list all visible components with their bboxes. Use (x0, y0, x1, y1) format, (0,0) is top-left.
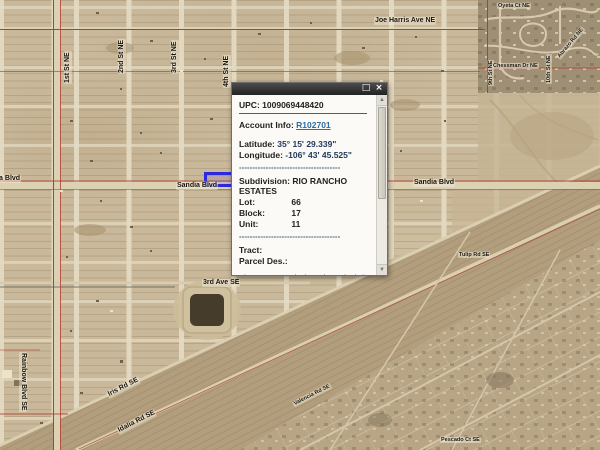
street-label-tulip-rd: Tulip Rd SE (458, 252, 491, 258)
street-label-4th-st: 4th St NE (223, 54, 231, 88)
subdivision-row: Subdivision: RIO RANCHO ESTATES (239, 176, 373, 196)
ne-subdivision (478, 0, 600, 93)
subdivision-label: Subdivision: (239, 176, 290, 186)
block-value: 17 (291, 208, 301, 218)
account-row: Account Info: R102701 (239, 120, 373, 130)
dashed-divider: -------------------------------------- (239, 163, 341, 172)
popup-note: Please Note: Latitude and Longitude is t… (239, 273, 373, 275)
street-label-3rd-ave: 3rd Ave SE (202, 279, 241, 287)
street-label-oyeta-ct: Oyeta Ct NE (497, 3, 531, 9)
lot-label: Lot: (239, 197, 256, 207)
longitude-label: Longitude: (239, 150, 283, 160)
street-label-sandia-blvd-mid: Sandia Blvd (176, 182, 219, 190)
tract-label: Tract: (239, 245, 263, 255)
street-label-3rd-st: 3rd St NE (171, 40, 179, 74)
latitude-row: Latitude: 35° 15' 29.339" (239, 139, 373, 149)
parcel-info-popup: □ × UPC: 1009069448420 Account Info: R10… (231, 82, 388, 276)
unit-label: Unit: (239, 219, 259, 229)
account-label: Account Info: (239, 120, 294, 130)
block-label: Block: (239, 208, 265, 218)
parcel-des-row: Parcel Des.: (239, 256, 373, 266)
street-label-chessman-dr: Chessman Dr NE (492, 63, 539, 69)
scroll-up-icon[interactable]: ▲ (377, 95, 387, 106)
latitude-label: Latitude: (239, 139, 275, 149)
street-label-pescado-ct: Pescado Ct SE (440, 437, 481, 443)
longitude-value: -106° 43' 45.525" (285, 150, 352, 160)
account-link[interactable]: R102701 (296, 120, 331, 130)
tract-row: Tract: (239, 245, 373, 255)
pond-feature (173, 280, 241, 340)
popup-body: UPC: 1009069448420 Account Info: R102701… (232, 95, 376, 275)
unit-row: Unit: 11 (239, 219, 373, 229)
unit-value: 11 (291, 219, 301, 229)
scroll-down-icon[interactable]: ▼ (377, 264, 387, 275)
popup-titlebar: □ × (232, 83, 387, 95)
separator-line (239, 113, 367, 114)
block-row: Block: 17 (239, 208, 373, 218)
street-label-rainbow-blvd: Rainbow Blvd SE (19, 352, 27, 412)
maximize-icon[interactable]: □ (361, 84, 371, 94)
street-label-sandia-blvd-east: Sandia Blvd (413, 179, 456, 187)
dashed-divider-2: -------------------------------------- (239, 232, 341, 241)
latitude-value: 35° 15' 29.339" (277, 139, 337, 149)
longitude-row: Longitude: -106° 43' 45.525" (239, 150, 373, 160)
close-icon[interactable]: × (374, 84, 384, 94)
parcel-des-label: Parcel Des.: (239, 256, 288, 266)
scrollbar-thumb[interactable] (378, 107, 386, 199)
street-label-joe-harris-ave: Joe Harris Ave NE (374, 17, 437, 25)
street-label-sandia-blvd-west: Sandia Blvd (0, 175, 22, 183)
street-label-2nd-st: 2nd St NE (118, 38, 126, 74)
lot-value: 66 (291, 197, 301, 207)
lot-row: Lot: 66 (239, 197, 373, 207)
street-label-1st-st: 1st St NE (64, 51, 72, 84)
upc-row: UPC: 1009069448420 (239, 100, 373, 110)
street-label-10th-st: 10th St NE (546, 54, 552, 84)
gis-parcel-viewer: Joe Harris Ave NE 1st St NE 2nd St NE 3r… (0, 0, 600, 450)
popup-scrollbar[interactable]: ▲ ▼ (376, 95, 387, 275)
upc-label: UPC: (239, 100, 260, 110)
upc-value: 1009069448420 (262, 100, 324, 110)
